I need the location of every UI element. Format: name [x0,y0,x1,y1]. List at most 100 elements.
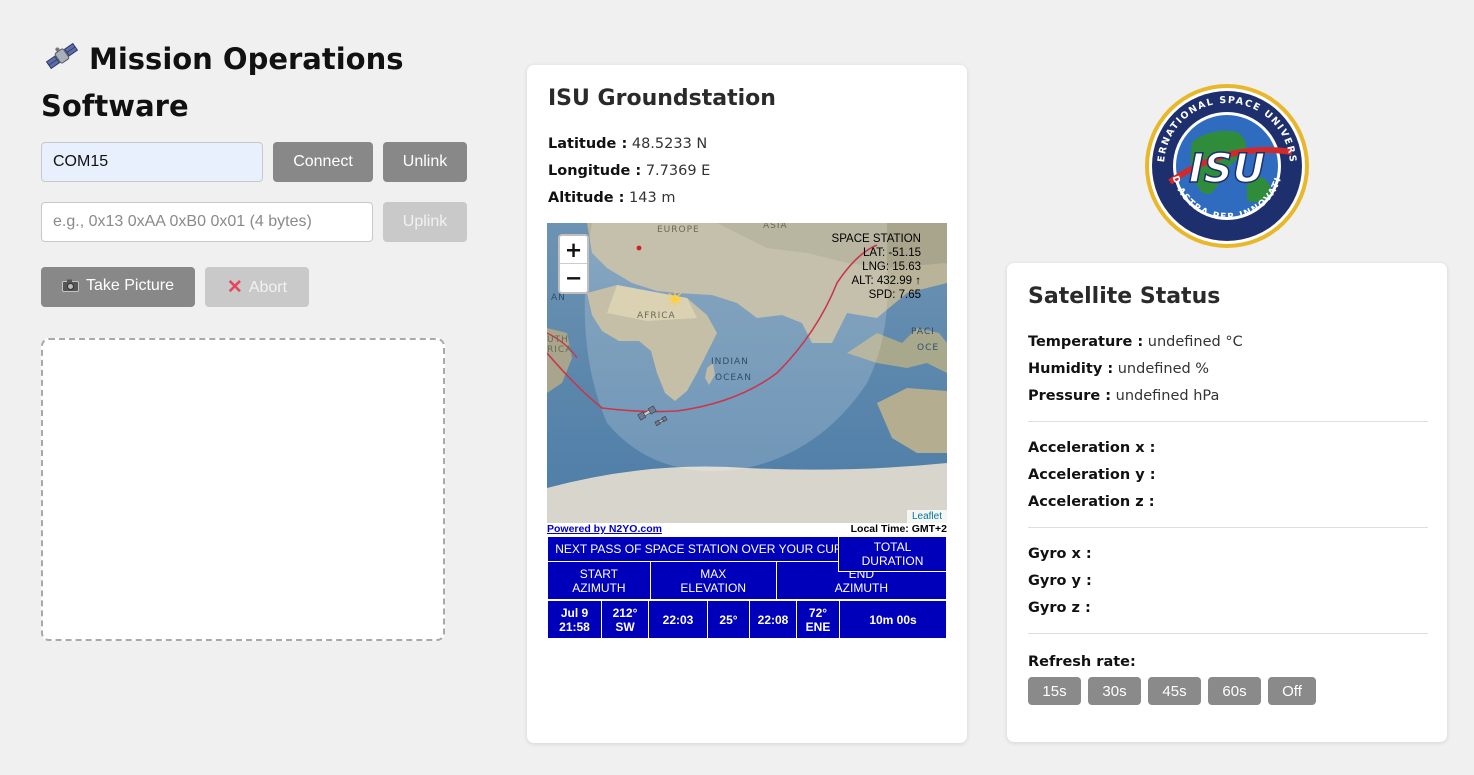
n2yo-link[interactable]: Powered by N2YO.com [547,523,662,535]
svg-text:ISU: ISU [1189,146,1265,192]
divider [1028,633,1428,634]
leaflet-attribution-link[interactable]: Leaflet [906,510,947,523]
refresh-rate-section: Refresh rate: 15s 30s 45s 60s Off [1028,654,1428,705]
isu-logo: ISU INTERNATIONAL SPACE UNIVERSITY AD AS… [1137,74,1312,250]
map-label-south-america-2: RICA [547,345,573,355]
temperature-value: undefined °C [1147,334,1243,350]
map-label-africa: AFRICA [637,311,676,321]
humidity-row: Humidity : undefined % [1028,356,1428,383]
uplink-row: Uplink [41,202,467,242]
gyro-readings: Gyro x : Gyro y : Gyro z : [1028,541,1428,622]
camera-icon [62,279,80,297]
longitude-row: Longitude : 7.7369 E [548,158,710,185]
humidity-value: undefined % [1117,361,1210,377]
map-label-south-america-1: UTH [547,335,569,345]
station-lng: LNG: 15.63 [862,261,921,273]
map-label-ocean: OCEAN [715,373,752,383]
pass-end-azimuth: 72° ENE [796,600,840,639]
map-label-asia: ASIA [763,223,788,231]
map-label-pacific-1: PACI [911,327,935,337]
altitude-value: 143 m [629,190,676,206]
page-title-line2: Software [41,89,189,123]
latitude-row: Latitude : 48.5233 N [548,131,710,158]
pass-max-time: 22:03 [648,600,708,639]
uplink-button[interactable]: Uplink [383,202,467,242]
groundstation-card: ISU Groundstation Latitude : 48.5233 N L… [527,65,967,743]
divider [1028,421,1428,422]
environment-readings: Temperature : undefined °C Humidity : un… [1028,329,1428,410]
pass-start-azimuth: 212° SW [601,600,649,639]
altitude-label: Altitude : [548,190,625,206]
unlink-button[interactable]: Unlink [383,142,467,182]
col-max-elevation: MAX ELEVATION [649,561,777,600]
longitude-label: Longitude : [548,163,642,179]
zoom-in-button[interactable]: + [560,236,587,264]
pressure-label: Pressure : [1028,388,1112,404]
abort-label: Abort [248,278,288,296]
map-label-indian: INDIAN [711,357,749,367]
gyro-y-label: Gyro y : [1028,573,1092,589]
cross-mark-icon: ✕ [226,276,243,298]
temperature-label: Temperature : [1028,334,1144,350]
refresh-60s-button[interactable]: 60s [1208,677,1261,705]
take-picture-button[interactable]: Take Picture [41,267,195,307]
refresh-off-button[interactable]: Off [1268,677,1316,705]
acceleration-y-label: Acceleration y : [1028,467,1156,483]
image-dropzone[interactable] [41,338,445,641]
groundstation-title: ISU Groundstation [548,86,776,111]
refresh-rate-label: Refresh rate: [1028,654,1136,670]
next-pass-values: Jul 9 21:58 212° SW 22:03 25° 22:08 72° ENE… [547,600,947,639]
station-spd: SPD: 7.65 [868,289,921,301]
gyro-z-label: Gyro z : [1028,600,1091,616]
map-footer: Powered by N2YO.com Local Time: GMT+2 [547,523,947,536]
map-zoom-control: + − [558,234,589,294]
page-title-line1: Mission Operations [89,42,404,76]
refresh-rate-buttons: 15s 30s 45s 60s Off [1028,677,1428,705]
altitude-row: Altitude : 143 m [548,185,710,212]
station-alt: ALT: 432.99 ↑ [851,275,921,287]
longitude-value: 7.7369 E [645,163,711,179]
col-start-azimuth: START AZIMUTH [547,561,651,600]
pass-duration: 10m 00s [839,600,947,639]
pressure-row: Pressure : undefined hPa [1028,383,1428,410]
connection-row: Connect Unlink [41,142,467,182]
pass-end-time: 22:08 [749,600,797,639]
acceleration-x-label: Acceleration x : [1028,440,1156,456]
latitude-value: 48.5233 N [631,136,708,152]
map-label-pacific-2: OCE [917,343,940,353]
zoom-out-button[interactable]: − [560,264,587,292]
col-total-duration: TOTAL DURATION [838,536,947,572]
local-time: Local Time: GMT+2 [850,523,947,535]
pass-max-elevation: 25° [707,600,750,639]
satellite-status-card: Satellite Status Temperature : undefined… [1007,263,1447,742]
connect-button[interactable]: Connect [273,142,373,182]
station-lat: LAT: -51.15 [863,247,921,259]
page-title: Mission Operations Software [41,38,481,128]
humidity-label: Humidity : [1028,361,1114,377]
satellite-status-title: Satellite Status [1028,284,1221,309]
refresh-15s-button[interactable]: 15s [1028,677,1081,705]
station-name: SPACE STATION [831,233,921,245]
temperature-row: Temperature : undefined °C [1028,329,1428,356]
groundstation-info: Latitude : 48.5233 N Longitude : 7.7369 … [548,131,710,212]
divider [1028,527,1428,528]
latitude-label: Latitude : [548,136,628,152]
map-label-europe: EUROPE [657,225,700,235]
pass-start-time: Jul 9 21:58 [547,600,602,639]
camera-row: Take Picture ✕ Abort [41,267,309,307]
refresh-45s-button[interactable]: 45s [1148,677,1201,705]
port-input[interactable] [41,142,263,182]
station-readout: SPACE STATION LAT: -51.15 LNG: 15.63 ALT… [832,232,921,302]
take-picture-label: Take Picture [85,277,175,294]
acceleration-z-label: Acceleration z : [1028,494,1155,510]
abort-button[interactable]: ✕ Abort [205,267,309,307]
pressure-value: undefined hPa [1115,388,1220,404]
refresh-30s-button[interactable]: 30s [1088,677,1141,705]
satellite-icon [45,39,81,85]
map-label-atlantic: AN [551,293,566,303]
acceleration-readings: Acceleration x : Acceleration y : Accele… [1028,435,1428,516]
gyro-x-label: Gyro x : [1028,546,1092,562]
uplink-bytes-input[interactable] [41,202,373,242]
iss-tracker-map[interactable]: EUROPE ASIA AFRICA INDIAN OCEAN UTH RICA… [547,223,947,523]
control-panel: Mission Operations Software Connect Unli… [41,38,481,641]
